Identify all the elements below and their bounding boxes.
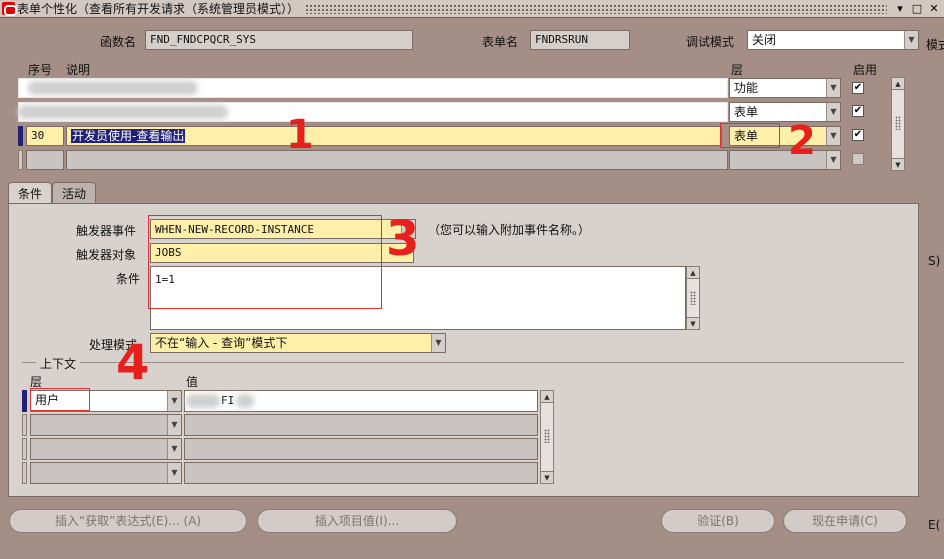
background-window-fragment: S) xyxy=(928,254,941,268)
scroll-up-icon[interactable]: ▲ xyxy=(687,267,699,279)
annotation-number: 4 xyxy=(116,335,150,391)
row-indicator xyxy=(22,414,27,436)
background-window-fragment: 模式 xyxy=(926,38,944,52)
rules-scrollbar[interactable]: ▲ ▼ xyxy=(891,77,905,171)
scroll-grip-icon[interactable] xyxy=(690,291,696,305)
row-indicator xyxy=(18,150,23,170)
context-level-select[interactable]: ▼ xyxy=(30,462,182,484)
maximize-icon[interactable]: □ xyxy=(910,2,924,16)
current-row-indicator xyxy=(22,390,27,412)
table-row[interactable] xyxy=(18,102,728,122)
function-name-field[interactable]: FND_FNDCPQCR_SYS xyxy=(145,30,413,50)
context-value-field[interactable] xyxy=(184,462,538,484)
restore-icon[interactable]: ▾ xyxy=(893,2,907,16)
row-seq-field[interactable]: 30 xyxy=(26,126,64,146)
trigger-object-label: 触发器对象 xyxy=(76,248,137,262)
condition-label: 条件 xyxy=(116,272,141,286)
apply-now-button[interactable]: 现在申请(C) xyxy=(783,509,907,533)
row-desc-field[interactable] xyxy=(66,150,728,170)
background-window-fragment: E( xyxy=(928,518,941,532)
debug-mode-label: 调试模式 xyxy=(686,35,735,49)
row-indicator xyxy=(22,462,27,484)
debug-mode-select[interactable]: 关闭 ▼ xyxy=(747,30,919,50)
function-name-label: 函数名 xyxy=(100,35,137,49)
row-level-select[interactable]: 表单 ▼ xyxy=(729,102,841,122)
chevron-down-icon[interactable]: ▼ xyxy=(826,79,840,97)
chevron-down-icon[interactable]: ▼ xyxy=(167,391,181,411)
annotation-number: 1 xyxy=(286,112,314,158)
context-divider xyxy=(22,362,904,363)
trigger-event-hint: （您可以输入附加事件名称。） xyxy=(428,223,591,237)
chevron-down-icon[interactable]: ▼ xyxy=(904,31,918,49)
chevron-down-icon[interactable]: ▼ xyxy=(826,103,840,121)
chevron-down-icon[interactable]: ▼ xyxy=(167,439,181,459)
context-group-label: 上下文 xyxy=(36,355,81,372)
scroll-down-icon[interactable]: ▼ xyxy=(687,317,699,329)
column-header-level: 层 xyxy=(731,63,744,77)
debug-mode-value: 关闭 xyxy=(752,33,777,47)
chevron-down-icon[interactable]: ▼ xyxy=(167,463,181,483)
annotation-box xyxy=(30,388,90,411)
validate-button[interactable]: 验证(B) xyxy=(661,509,775,533)
chevron-down-icon[interactable]: ▼ xyxy=(826,127,840,145)
oracle-logo-icon xyxy=(2,2,17,16)
row-seq-field[interactable] xyxy=(26,150,64,170)
trigger-event-label: 触发器事件 xyxy=(76,224,137,238)
column-header-enabled: 启用 xyxy=(853,63,878,77)
tab-condition[interactable]: 条件 xyxy=(8,182,53,204)
scroll-up-icon[interactable]: ▲ xyxy=(892,78,904,90)
annotation-number: 2 xyxy=(788,118,816,164)
window-title: 表单个性化（查看所有开发请求（系统管理员模式）） xyxy=(17,2,300,16)
scroll-grip-icon[interactable] xyxy=(544,429,550,443)
row-level-select[interactable]: 功能 ▼ xyxy=(729,78,841,98)
chevron-down-icon[interactable]: ▼ xyxy=(167,415,181,435)
chevron-down-icon[interactable]: ▼ xyxy=(431,334,445,352)
scroll-up-icon[interactable]: ▲ xyxy=(541,391,553,403)
form-name-field[interactable]: FNDRSRUN xyxy=(530,30,630,50)
scroll-down-icon[interactable]: ▼ xyxy=(892,158,904,170)
row-enabled-checkbox[interactable]: ✔ xyxy=(852,129,864,141)
annotation-number: 3 xyxy=(386,211,420,267)
column-header-seq: 序号 xyxy=(28,63,53,77)
row-enabled-checkbox[interactable]: ✔ xyxy=(852,82,864,94)
row-desc-field[interactable]: 开发员使用-查看输出 xyxy=(66,126,722,146)
condition-scrollbar[interactable]: ▲ ▼ xyxy=(686,266,700,330)
scroll-grip-icon[interactable] xyxy=(895,116,901,130)
insert-get-expression-button[interactable]: 插入“获取”表达式(E)... (A) xyxy=(9,509,247,533)
context-scrollbar[interactable]: ▲ ▼ xyxy=(540,390,554,484)
form-name-label: 表单名 xyxy=(482,35,519,49)
redacted-text xyxy=(236,394,254,408)
title-bar-grip[interactable] xyxy=(305,3,887,14)
table-row[interactable] xyxy=(18,78,728,98)
row-level-value: 表单 xyxy=(734,105,759,119)
context-value-field[interactable] xyxy=(184,438,538,460)
redacted-text xyxy=(186,394,220,408)
tab-actions[interactable]: 活动 xyxy=(52,182,97,204)
column-header-desc: 说明 xyxy=(66,63,91,77)
close-icon[interactable]: ✕ xyxy=(927,2,941,16)
row-indicator xyxy=(22,438,27,460)
processing-mode-select[interactable]: 不在“输入 - 查询”模式下 ▼ xyxy=(150,333,446,353)
annotation-box xyxy=(148,215,382,309)
context-level-select[interactable]: ▼ xyxy=(30,438,182,460)
insert-item-value-button[interactable]: 插入项目值(I)... xyxy=(257,509,457,533)
title-bar: 表单个性化（查看所有开发请求（系统管理员模式）） ▾ □ ✕ xyxy=(0,0,944,18)
context-level-select[interactable]: ▼ xyxy=(30,414,182,436)
row-level-value: 功能 xyxy=(734,81,759,95)
row-enabled-checkbox[interactable] xyxy=(852,153,864,165)
current-row-indicator xyxy=(18,126,23,146)
processing-mode-value: 不在“输入 - 查询”模式下 xyxy=(155,336,288,350)
context-value-header: 值 xyxy=(186,375,199,389)
annotation-box xyxy=(720,123,780,148)
chevron-down-icon[interactable]: ▼ xyxy=(826,151,840,169)
redacted-text xyxy=(18,105,228,119)
row-level-select[interactable]: ▼ xyxy=(729,150,841,170)
context-value-field[interactable] xyxy=(184,414,538,436)
scroll-down-icon[interactable]: ▼ xyxy=(541,471,553,483)
redacted-text xyxy=(28,81,198,95)
row-enabled-checkbox[interactable]: ✔ xyxy=(852,105,864,117)
row-desc-selected-text: 开发员使用-查看输出 xyxy=(71,129,186,143)
